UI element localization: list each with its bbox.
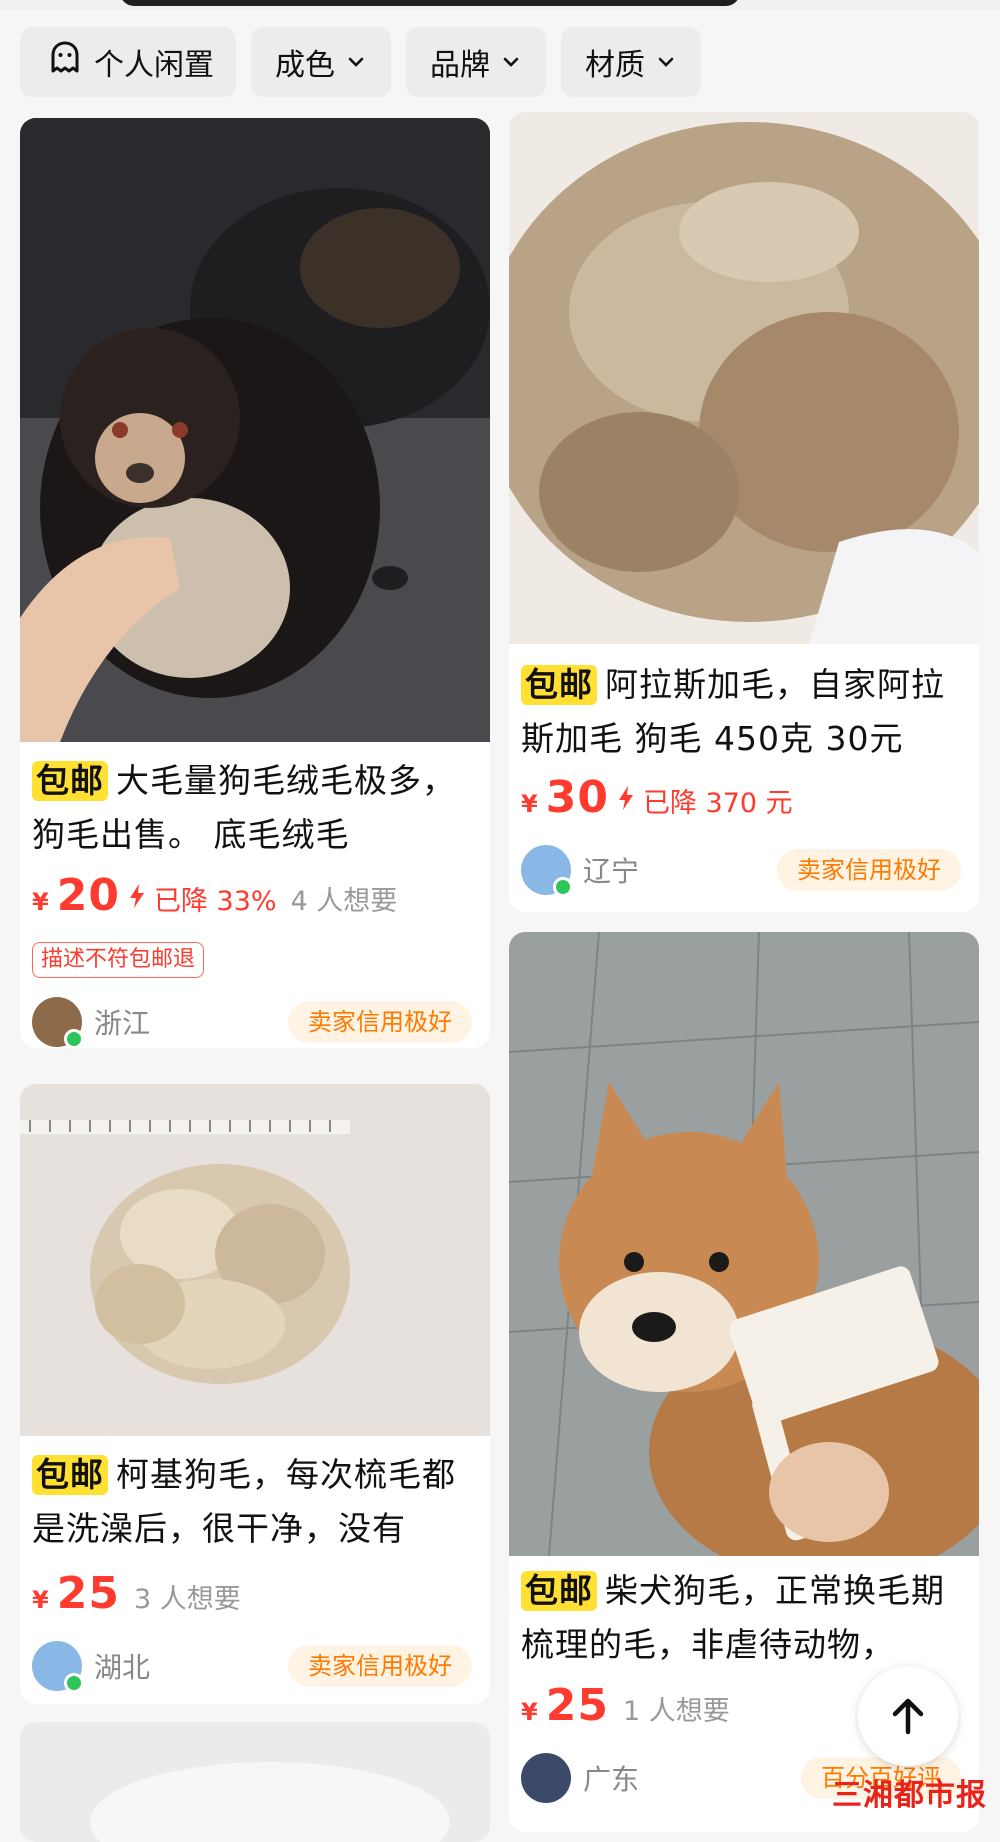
location: 广东 bbox=[583, 1763, 640, 1796]
lightning-icon bbox=[618, 785, 633, 810]
watermark: 三湘都市报 bbox=[832, 1778, 987, 1813]
currency-symbol: ¥ bbox=[32, 1586, 49, 1614]
chevron-down-icon bbox=[503, 57, 519, 67]
online-dot bbox=[553, 877, 573, 897]
online-dot bbox=[64, 1673, 84, 1693]
product-title: 包邮 大毛量狗毛绒毛极多，狗毛出售。 底毛绒毛 bbox=[32, 754, 472, 862]
free-shipping-badge: 包邮 bbox=[32, 1455, 108, 1495]
chevron-down-icon bbox=[658, 57, 674, 67]
product-card[interactable]: 包邮 柯基狗毛，每次梳毛都是洗澡后，很干净，没有 ¥ 25 3 人想要 湖北 卖家… bbox=[20, 1084, 490, 1704]
price: 30 bbox=[545, 772, 609, 823]
location: 湖北 bbox=[94, 1651, 151, 1684]
product-image-alaskan-fur bbox=[509, 112, 979, 644]
location: 浙江 bbox=[94, 1007, 151, 1040]
price: 20 bbox=[56, 870, 120, 921]
seller-row: 浙江 卖家信用极好 bbox=[32, 996, 472, 1048]
price-drop: 已降 370 元 bbox=[642, 788, 793, 819]
currency-symbol: ¥ bbox=[521, 1698, 538, 1726]
lightning-icon bbox=[129, 883, 144, 908]
product-image-shiba bbox=[509, 932, 979, 1556]
refund-tag: 描述不符包邮退 bbox=[32, 942, 205, 978]
top-status-sliver bbox=[0, 0, 1000, 10]
top-bar bbox=[120, 0, 740, 6]
filter-label: 个人闲置 bbox=[94, 48, 214, 83]
free-shipping-badge: 包邮 bbox=[32, 761, 108, 801]
seller-credit-badge: 卖家信用极好 bbox=[288, 1645, 472, 1687]
want-count: 4 人想要 bbox=[290, 886, 398, 917]
price-row: ¥ 30 已降 370 元 bbox=[521, 772, 793, 823]
arrow-up-icon bbox=[892, 1698, 924, 1735]
price-row: ¥ 25 3 人想要 bbox=[32, 1568, 241, 1619]
seller-credit-badge: 卖家信用极好 bbox=[777, 849, 961, 891]
filter-condition[interactable]: 成色 bbox=[251, 27, 391, 97]
filter-bar: 个人闲置 成色 品牌 材质 bbox=[20, 27, 701, 97]
seller-row: 辽宁 卖家信用极好 bbox=[521, 844, 961, 897]
product-title: 包邮 柴犬狗毛，正常换毛期梳理的毛，非虐待动物， bbox=[521, 1564, 961, 1672]
filter-label: 材质 bbox=[585, 48, 645, 83]
back-to-top-button[interactable] bbox=[858, 1666, 958, 1766]
chevron-down-icon bbox=[348, 57, 364, 67]
avatar[interactable] bbox=[32, 997, 84, 1048]
want-count: 1 人想要 bbox=[622, 1696, 730, 1727]
product-title: 包邮 柯基狗毛，每次梳毛都是洗澡后，很干净，没有 bbox=[32, 1448, 472, 1556]
product-image-dog bbox=[20, 118, 490, 742]
price: 25 bbox=[545, 1680, 609, 1731]
avatar[interactable] bbox=[32, 1641, 84, 1693]
product-title: 包邮 阿拉斯加毛，自家阿拉斯加毛 狗毛 450克 30元 bbox=[521, 658, 961, 766]
free-shipping-badge: 包邮 bbox=[521, 1571, 597, 1611]
product-image-corgi-fur bbox=[20, 1084, 490, 1436]
smiley-ghost-icon bbox=[46, 39, 84, 85]
location: 辽宁 bbox=[583, 855, 640, 888]
free-shipping-badge: 包邮 bbox=[521, 665, 597, 705]
want-count: 3 人想要 bbox=[133, 1584, 241, 1615]
filter-personal-idle[interactable]: 个人闲置 bbox=[20, 27, 236, 97]
price-drop: 已降 33% bbox=[153, 886, 277, 917]
price: 25 bbox=[56, 1568, 120, 1619]
product-card[interactable] bbox=[20, 1722, 490, 1842]
price-row: ¥ 20 已降 33% 4 人想要 bbox=[32, 870, 397, 921]
filter-label: 品牌 bbox=[430, 48, 490, 83]
avatar[interactable] bbox=[521, 845, 573, 897]
currency-symbol: ¥ bbox=[521, 790, 538, 818]
filter-brand[interactable]: 品牌 bbox=[406, 27, 546, 97]
product-card[interactable]: 包邮 大毛量狗毛绒毛极多，狗毛出售。 底毛绒毛 ¥ 20 已降 33% 4 人想要… bbox=[20, 118, 490, 1048]
filter-material[interactable]: 材质 bbox=[561, 27, 701, 97]
avatar[interactable] bbox=[521, 1753, 571, 1803]
seller-row: 湖北 卖家信用极好 bbox=[32, 1640, 472, 1693]
price-row: ¥ 25 1 人想要 bbox=[521, 1680, 730, 1731]
product-card[interactable]: 包邮 阿拉斯加毛，自家阿拉斯加毛 狗毛 450克 30元 ¥ 30 已降 370 … bbox=[509, 112, 979, 912]
online-dot bbox=[64, 1029, 84, 1048]
currency-symbol: ¥ bbox=[32, 888, 49, 916]
seller-credit-badge: 卖家信用极好 bbox=[288, 1001, 472, 1043]
filter-label: 成色 bbox=[275, 48, 335, 83]
product-image-partial bbox=[20, 1722, 490, 1842]
